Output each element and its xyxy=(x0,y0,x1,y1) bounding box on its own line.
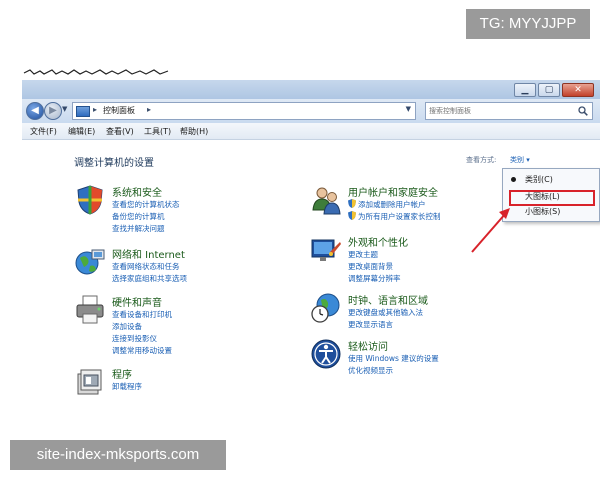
watermark-top: TG: MYYJJPP xyxy=(466,9,590,39)
link-resolution[interactable]: 调整屏幕分辨率 xyxy=(348,273,401,284)
category-clock-language: 时钟、语言和区域 更改键盘或其他输入法 更改显示语言 xyxy=(310,292,510,332)
search-icon[interactable] xyxy=(578,106,588,116)
shield-icon xyxy=(348,199,356,208)
category-ease-of-access: 轻松访问 使用 Windows 建议的设置 优化视频显示 xyxy=(310,338,510,378)
back-button[interactable]: ◀ xyxy=(26,102,44,120)
link-network-status[interactable]: 查看网络状态和任务 xyxy=(112,261,180,272)
breadcrumb-control-panel[interactable]: 控制面板 xyxy=(103,105,135,116)
close-icon: ✕ xyxy=(574,85,582,95)
menu-item-category[interactable]: 类别(C) xyxy=(525,174,553,185)
link-projector[interactable]: 连接到投影仪 xyxy=(112,333,157,344)
forward-button[interactable]: ▶ xyxy=(44,102,62,120)
link-recommended-settings[interactable]: 使用 Windows 建议的设置 xyxy=(348,353,439,364)
link-backup[interactable]: 备份您的计算机 xyxy=(112,211,165,222)
appearance-icon[interactable] xyxy=(310,234,342,266)
back-arrow-icon: ◀ xyxy=(31,105,39,116)
menu-view[interactable]: 查看(V) xyxy=(106,126,134,137)
category-title[interactable]: 硬件和声音 xyxy=(112,294,162,309)
breadcrumb-separator-icon[interactable]: ▸ xyxy=(93,105,97,114)
link-view-status[interactable]: 查看您的计算机状态 xyxy=(112,199,180,210)
category-hardware-sound: 硬件和声音 查看设备和打印机 添加设备 连接到投影仪 调整常用移动设置 xyxy=(74,294,274,356)
category-title[interactable]: 外观和个性化 xyxy=(348,234,408,249)
caption-buttons: ▁ ▢ ✕ xyxy=(514,83,594,97)
search-input[interactable] xyxy=(429,103,569,119)
breadcrumb-separator-icon[interactable]: ▸ xyxy=(147,105,151,114)
view-by-dropdown[interactable]: 类别 ▾ xyxy=(510,155,530,165)
printer-icon[interactable] xyxy=(74,294,106,326)
link-uninstall[interactable]: 卸载程序 xyxy=(112,381,142,392)
category-title[interactable]: 系统和安全 xyxy=(112,184,162,199)
selected-bullet-icon xyxy=(511,177,516,182)
view-by-label: 查看方式: xyxy=(466,156,497,164)
link-troubleshoot[interactable]: 查找并解决问题 xyxy=(112,223,165,234)
link-display-language[interactable]: 更改显示语言 xyxy=(348,319,393,330)
category-user-accounts: 用户帐户和家庭安全 添加或删除用户帐户 为所有用户设置家长控制 xyxy=(310,184,510,230)
menu-edit[interactable]: 编辑(E) xyxy=(68,126,95,137)
link-mobility-settings[interactable]: 调整常用移动设置 xyxy=(112,345,172,356)
minimize-icon: ▁ xyxy=(521,85,529,95)
view-by-menu: 类别(C) 大图标(L) 小图标(S) xyxy=(502,168,600,222)
link-desktop-background[interactable]: 更改桌面背景 xyxy=(348,261,393,272)
category-programs: 程序 卸载程序 xyxy=(74,366,274,402)
link-change-theme[interactable]: 更改主题 xyxy=(348,249,378,260)
address-toolbar: ◀ ▶ ▼ ▸ 控制面板 ▸ ▼ ↻ xyxy=(22,99,600,123)
category-title[interactable]: 轻松访问 xyxy=(348,338,388,353)
close-button[interactable]: ✕ xyxy=(562,83,594,97)
ease-of-access-icon[interactable] xyxy=(310,338,342,370)
clock-globe-icon[interactable] xyxy=(310,292,342,324)
link-optimize-visual[interactable]: 优化视频显示 xyxy=(348,365,393,376)
maximize-button[interactable]: ▢ xyxy=(538,83,560,97)
link-input-methods[interactable]: 更改键盘或其他输入法 xyxy=(348,307,423,318)
link-homegroup[interactable]: 选择家庭组和共享选项 xyxy=(112,273,187,284)
search-box[interactable] xyxy=(425,102,593,120)
window-title-bar: ▁ ▢ ✕ xyxy=(22,80,600,99)
control-panel-window: ▁ ▢ ✕ ◀ ▶ ▼ ▸ 控制面板 ▸ ▼ ↻ xyxy=(22,80,600,406)
category-system-security: 系统和安全 查看您的计算机状态 备份您的计算机 查找并解决问题 xyxy=(74,184,274,240)
category-appearance: 外观和个性化 更改主题 更改桌面背景 调整屏幕分辨率 xyxy=(310,234,510,284)
category-network: 网络和 Internet 查看网络状态和任务 选择家庭组和共享选项 xyxy=(74,246,274,292)
category-title[interactable]: 程序 xyxy=(112,366,132,381)
network-globe-icon[interactable] xyxy=(74,246,106,278)
highlight-box xyxy=(509,190,595,206)
menu-item-small-icons[interactable]: 小图标(S) xyxy=(525,206,560,217)
link-add-device[interactable]: 添加设备 xyxy=(112,321,142,332)
control-panel-icon xyxy=(76,106,90,117)
category-title[interactable]: 网络和 Internet xyxy=(112,246,185,261)
menu-file[interactable]: 文件(F) xyxy=(30,126,57,137)
recent-pages-dropdown[interactable]: ▼ xyxy=(62,105,67,113)
menu-bar: 文件(F) 编辑(E) 查看(V) 工具(T) 帮助(H) xyxy=(22,123,600,140)
obscured-text-scribble xyxy=(23,69,169,75)
address-bar[interactable]: ▸ 控制面板 ▸ ▼ xyxy=(72,102,416,120)
address-dropdown-icon[interactable]: ▼ xyxy=(406,105,411,113)
users-icon[interactable] xyxy=(310,184,342,216)
maximize-icon: ▢ xyxy=(544,85,554,95)
category-title[interactable]: 用户帐户和家庭安全 xyxy=(348,184,438,199)
link-devices-printers[interactable]: 查看设备和打印机 xyxy=(112,309,172,320)
link-parental-controls[interactable]: 为所有用户设置家长控制 xyxy=(358,211,441,222)
minimize-button[interactable]: ▁ xyxy=(514,83,536,97)
programs-icon[interactable] xyxy=(74,366,106,398)
page-title: 调整计算机的设置 xyxy=(74,158,154,169)
link-add-remove-accounts[interactable]: 添加或删除用户帐户 xyxy=(358,199,426,210)
category-title[interactable]: 时钟、语言和区域 xyxy=(348,292,428,307)
system-security-icon[interactable] xyxy=(74,184,106,216)
shield-icon xyxy=(348,211,356,220)
watermark-bottom: site-index-mksports.com xyxy=(10,440,226,470)
menu-help[interactable]: 帮助(H) xyxy=(180,126,208,137)
forward-arrow-icon: ▶ xyxy=(49,105,57,116)
menu-tools[interactable]: 工具(T) xyxy=(144,126,171,137)
